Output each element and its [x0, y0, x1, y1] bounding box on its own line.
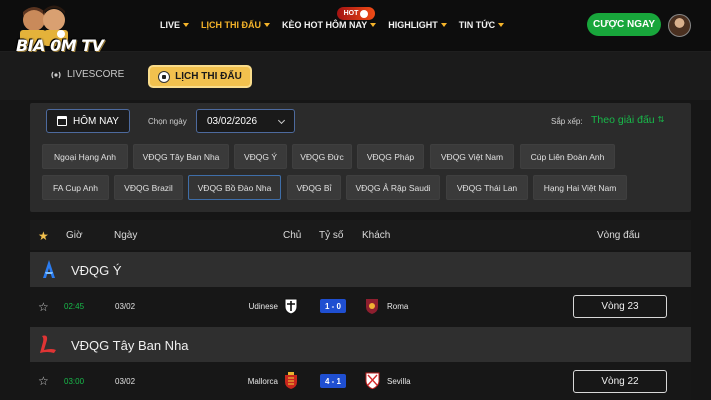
home-team: Mallorca — [247, 377, 278, 386]
home-team: Udinese — [248, 302, 278, 311]
match-date: 03/02 — [115, 302, 136, 311]
mallorca-crest-icon — [285, 372, 297, 389]
sort-arrows-icon: ⇅ — [657, 115, 665, 124]
match-time: 03:00 — [64, 377, 85, 386]
today-button-label: HÔM NAY — [73, 115, 119, 127]
date-picker-label: Chọn ngày — [148, 117, 187, 126]
star-outline-icon[interactable]: ☆ — [38, 300, 49, 314]
tab-schedule-label: LỊCH THI ĐẤU — [175, 71, 242, 82]
main-nav: LIVE LỊCH THI ĐẤU KÈO HOT HÔM NAY HIGHLI… — [160, 20, 516, 30]
udinese-crest-icon — [284, 298, 298, 314]
nav-schedule[interactable]: LỊCH THI ĐẤU — [201, 20, 271, 30]
star-icon: ★ — [38, 229, 49, 243]
chevron-down-icon — [183, 23, 190, 27]
round-button[interactable]: Vòng 23 — [573, 295, 667, 318]
serie-a-logo-icon — [43, 260, 55, 278]
nav-news-label: TIN TỨC — [458, 20, 496, 30]
round-button[interactable]: Vòng 22 — [573, 370, 667, 393]
star-outline-icon[interactable]: ☆ — [38, 374, 49, 388]
league-chip[interactable]: VĐQG Pháp — [357, 144, 424, 169]
laliga-logo-icon — [40, 335, 56, 353]
league-chip[interactable]: Ngoại Hạng Anh — [42, 144, 128, 169]
hot-badge: HOT — [337, 7, 375, 20]
chevron-down-icon — [370, 23, 377, 27]
league-chip[interactable]: VĐQG Ý — [234, 144, 287, 169]
sort-value: Theo giải đấu — [591, 114, 655, 126]
hot-badge-label: HOT — [343, 10, 359, 17]
tab-schedule[interactable]: LỊCH THI ĐẤU — [148, 65, 252, 88]
league-chip[interactable]: VĐQG Đức — [292, 144, 352, 169]
col-time: Giờ — [66, 230, 83, 241]
col-date: Ngày — [114, 230, 138, 241]
soccer-ball-icon — [360, 9, 369, 18]
match-date: 03/02 — [115, 377, 136, 386]
away-team: Sevilla — [387, 377, 411, 386]
league-chip[interactable]: Cúp Liên Đoàn Anh — [520, 144, 615, 169]
score-badge: 4 - 1 — [320, 374, 346, 388]
bet-now-button[interactable]: CƯỢC NGAY — [587, 13, 661, 36]
today-button[interactable]: HÔM NAY — [46, 109, 130, 133]
chevron-down-icon — [440, 23, 447, 27]
broadcast-icon — [51, 71, 61, 78]
user-avatar[interactable] — [668, 14, 691, 37]
nav-news[interactable]: TIN TỨC — [458, 20, 505, 30]
league-group-header — [30, 252, 691, 287]
tab-livescore-label: LIVESCORE — [67, 69, 125, 80]
col-home: Chủ — [283, 230, 302, 241]
league-name: VĐQG Ý — [71, 263, 122, 278]
league-chip[interactable]: VĐQG Bỉ — [287, 175, 341, 200]
col-away: Khách — [362, 230, 391, 241]
date-picker-input[interactable]: 03/02/2026 — [196, 109, 295, 133]
league-chip[interactable]: Hạng Hai Việt Nam — [533, 175, 627, 200]
league-chip[interactable]: VĐQG Tây Ban Nha — [133, 144, 229, 169]
nav-live-label: LIVE — [160, 20, 181, 30]
chevron-down-icon — [264, 23, 271, 27]
league-chip[interactable]: VĐQG Việt Nam — [430, 144, 514, 169]
chevron-down-icon — [277, 116, 286, 125]
calendar-icon — [57, 116, 68, 126]
league-chip[interactable]: VĐQG Ả Rập Saudi — [346, 175, 440, 200]
score-badge: 1 - 0 — [320, 299, 346, 313]
tab-livescore[interactable]: LIVESCORE — [50, 69, 124, 80]
nav-hot-odds-label: KÈO HOT HÔM NAY — [282, 20, 368, 30]
roma-crest-icon — [366, 299, 378, 314]
league-chip[interactable]: VĐQG Brazil — [114, 175, 183, 200]
nav-hot-odds[interactable]: KÈO HOT HÔM NAY — [282, 20, 377, 30]
league-chip[interactable]: FA Cup Anh — [42, 175, 109, 200]
sort-select[interactable]: Theo giải đấu ⇅ — [591, 114, 664, 126]
nav-live[interactable]: LIVE — [160, 20, 190, 30]
away-team: Roma — [387, 302, 409, 311]
nav-highlight[interactable]: HIGHLIGHT — [388, 20, 447, 30]
sevilla-crest-icon — [365, 372, 380, 389]
col-round: Vòng đấu — [597, 230, 640, 241]
date-value: 03/02/2026 — [207, 115, 258, 127]
league-chip[interactable]: VĐQG Thái Lan — [446, 175, 528, 200]
col-score: Tỷ số — [319, 230, 344, 241]
league-name: VĐQG Tây Ban Nha — [71, 338, 189, 353]
chevron-down-icon — [498, 23, 505, 27]
soccer-ball-icon — [158, 70, 171, 83]
nav-schedule-label: LỊCH THI ĐẤU — [201, 20, 262, 30]
league-chip-active[interactable]: VĐQG Bồ Đào Nha — [188, 175, 281, 200]
sort-label: Sắp xếp: — [551, 117, 583, 126]
match-time: 02:45 — [64, 302, 85, 311]
nav-highlight-label: HIGHLIGHT — [388, 20, 438, 30]
